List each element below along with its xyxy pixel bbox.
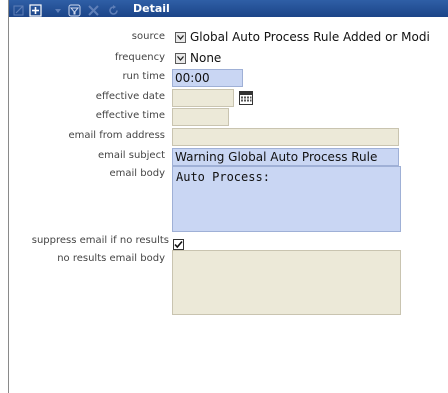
effective-date-input[interactable]: [172, 89, 234, 107]
suppress-label: suppress email if no results: [31, 235, 169, 246]
calendar-icon[interactable]: [239, 90, 253, 105]
effective-date-label: effective date: [95, 91, 165, 102]
effective-time-label: effective time: [95, 110, 165, 121]
frequency-dropdown-arrow[interactable]: [175, 53, 186, 64]
run-time-label: run time: [122, 71, 165, 82]
panel-title: Detail: [133, 2, 170, 15]
run-time-input[interactable]: 00:00: [172, 69, 243, 87]
add-icon[interactable]: [29, 2, 43, 17]
no-results-body-textarea[interactable]: [172, 250, 401, 315]
source-dropdown-arrow[interactable]: [175, 32, 186, 43]
edit-icon[interactable]: [13, 2, 25, 16]
refresh-icon[interactable]: [107, 2, 120, 15]
email-subject-input[interactable]: Warning Global Auto Process Rule: [172, 148, 399, 166]
frequency-label: frequency: [114, 52, 165, 63]
delete-icon[interactable]: [87, 2, 100, 16]
frequency-select[interactable]: None: [190, 51, 221, 65]
effective-time-input[interactable]: [172, 108, 229, 126]
email-body-label: email body: [109, 168, 166, 179]
email-subject-label: email subject: [97, 150, 165, 161]
panel-titlebar: Detail: [9, 0, 448, 17]
email-from-label: email from address: [68, 130, 166, 141]
sort-icon: [53, 2, 63, 15]
source-label: source: [131, 31, 165, 42]
suppress-checkbox[interactable]: [173, 235, 184, 250]
no-results-body-label: no results email body: [57, 253, 165, 264]
email-from-input[interactable]: [172, 128, 399, 146]
email-body-textarea[interactable]: Auto Process:: [172, 166, 401, 232]
filter-icon[interactable]: [68, 2, 81, 17]
source-select[interactable]: Global Auto Process Rule Added or Modi: [190, 30, 430, 44]
